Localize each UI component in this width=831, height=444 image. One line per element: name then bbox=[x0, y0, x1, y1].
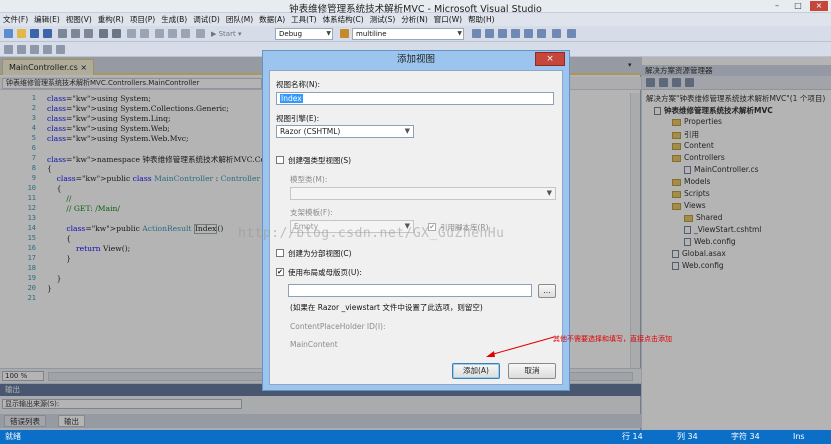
placeholder-id-value: MainContent bbox=[290, 340, 338, 349]
step-icon[interactable] bbox=[155, 29, 164, 38]
undo-icon[interactable] bbox=[99, 29, 108, 38]
model-class-select[interactable]: ▼ bbox=[290, 187, 556, 200]
view-engine-label: 视图引擎(E): bbox=[276, 114, 320, 123]
dialog-title: 添加视图 bbox=[396, 54, 435, 65]
customize-icon[interactable] bbox=[567, 29, 576, 38]
view-engine-select[interactable]: Razor (CSHTML) ▼ bbox=[276, 125, 414, 138]
start-label: Start bbox=[218, 30, 236, 38]
dialog-close-button[interactable]: × bbox=[535, 52, 565, 66]
menu-build[interactable]: 生成(B) bbox=[158, 13, 190, 26]
status-row: 行 14 bbox=[622, 432, 643, 441]
model-class-label: 模型类(M): bbox=[290, 175, 328, 184]
copy-icon[interactable] bbox=[71, 29, 80, 38]
strong-typed-checkbox[interactable] bbox=[276, 156, 284, 164]
view-name-input[interactable]: Index bbox=[276, 92, 554, 105]
comment-icon[interactable] bbox=[4, 45, 13, 54]
status-text: 就绪 bbox=[5, 432, 21, 441]
annotation-text: 其他不需要选择和填写，直接点击添加 bbox=[553, 335, 672, 343]
menu-analyze[interactable]: 分析(N) bbox=[398, 13, 430, 26]
layout-hint: (如果在 Razor _viewstart 文件中设置了此选项，则留空) bbox=[290, 303, 483, 312]
navigate-back-icon[interactable] bbox=[127, 29, 136, 38]
menu-data[interactable]: 数据(A) bbox=[256, 13, 288, 26]
menu-test[interactable]: 测试(S) bbox=[367, 13, 399, 26]
paste-icon[interactable] bbox=[84, 29, 93, 38]
find-combo[interactable]: multiline ▼ bbox=[352, 28, 464, 40]
placeholder-id-label: ContentPlaceHolder ID(I): bbox=[290, 322, 386, 331]
status-col: 列 34 bbox=[677, 432, 698, 441]
chevron-down-icon: ▼ bbox=[404, 127, 410, 135]
navigate-forward-icon[interactable] bbox=[140, 29, 149, 38]
menu-refactor[interactable]: 重构(R) bbox=[95, 13, 127, 26]
menu-team[interactable]: 团队(M) bbox=[223, 13, 256, 26]
view-name-label: 视图名称(N): bbox=[276, 80, 320, 89]
outdent-icon[interactable] bbox=[43, 45, 52, 54]
cut-icon[interactable] bbox=[58, 29, 67, 38]
config-combo[interactable]: Debug ▼ bbox=[275, 28, 333, 40]
indent-icon[interactable] bbox=[30, 45, 39, 54]
minimize-button[interactable]: – bbox=[768, 1, 786, 11]
scaffold-label: 支架模板(F): bbox=[290, 208, 333, 217]
new-project-icon[interactable] bbox=[4, 29, 13, 38]
browse-button[interactable]: ... bbox=[538, 284, 556, 298]
layout-icon[interactable] bbox=[196, 29, 205, 38]
menu-bar: 文件(F) 编辑(E) 视图(V) 重构(R) 项目(P) 生成(B) 调试(D) 团队(M)… bbox=[0, 13, 831, 26]
use-layout-checkbox[interactable]: ✔ bbox=[276, 268, 284, 276]
menu-file[interactable]: 文件(F) bbox=[0, 13, 31, 26]
solution-explorer-icon[interactable] bbox=[472, 29, 481, 38]
menu-tools[interactable]: 工具(T) bbox=[288, 13, 319, 26]
redo-icon[interactable] bbox=[112, 29, 121, 38]
save-icon[interactable] bbox=[30, 29, 39, 38]
standard-toolbar: ▶ Start ▾ Debug ▼ multiline ▼ bbox=[0, 26, 831, 42]
use-layout-label: 使用布局或母版页(U): bbox=[288, 268, 362, 277]
chevron-down-icon: ▼ bbox=[546, 189, 552, 197]
status-bar: 就绪 行 14 列 34 字符 34 Ins bbox=[0, 430, 831, 444]
add-button[interactable]: 添加(A) bbox=[452, 363, 500, 379]
strong-typed-label: 创建强类型视图(S) bbox=[288, 156, 352, 165]
menu-edit[interactable]: 编辑(E) bbox=[31, 13, 63, 26]
partial-view-label: 创建为分部视图(C) bbox=[288, 249, 352, 258]
menu-window[interactable]: 窗口(W) bbox=[431, 13, 465, 26]
partial-view-checkbox[interactable] bbox=[276, 249, 284, 257]
save-all-icon[interactable] bbox=[43, 29, 52, 38]
window-icon[interactable] bbox=[181, 29, 190, 38]
menu-debug[interactable]: 调试(D) bbox=[190, 13, 223, 26]
extension-manager-icon[interactable] bbox=[537, 29, 546, 38]
blog-watermark: http://blog.csdn.net/GX_GuZhenHu bbox=[238, 226, 505, 241]
find-icon[interactable] bbox=[340, 29, 349, 38]
start-page-icon[interactable] bbox=[524, 29, 533, 38]
menu-view[interactable]: 视图(V) bbox=[63, 13, 95, 26]
menu-project[interactable]: 项目(P) bbox=[127, 13, 158, 26]
toolbox-icon[interactable] bbox=[511, 29, 520, 38]
menu-help[interactable]: 帮助(H) bbox=[465, 13, 498, 26]
chevron-down-icon: ▼ bbox=[457, 30, 462, 37]
uncomment-icon[interactable] bbox=[17, 45, 26, 54]
layout-path-input[interactable] bbox=[288, 284, 532, 297]
command-window-icon[interactable] bbox=[552, 29, 561, 38]
cancel-button[interactable]: 取消 bbox=[508, 363, 556, 379]
view-name-value: Index bbox=[280, 94, 303, 103]
chevron-down-icon: ▼ bbox=[326, 30, 331, 37]
object-browser-icon[interactable] bbox=[498, 29, 507, 38]
close-button[interactable]: × bbox=[810, 1, 828, 11]
open-file-icon[interactable] bbox=[17, 29, 26, 38]
bookmark-icon[interactable] bbox=[56, 45, 65, 54]
menu-architecture[interactable]: 体系结构(C) bbox=[320, 13, 367, 26]
maximize-button[interactable]: □ bbox=[789, 1, 807, 11]
properties-icon[interactable] bbox=[485, 29, 494, 38]
find-value: multiline bbox=[356, 30, 387, 38]
annotation-arrow-icon bbox=[486, 336, 555, 357]
config-value: Debug bbox=[279, 30, 303, 38]
view-engine-value: Razor (CSHTML) bbox=[280, 127, 341, 136]
title-bar: 钟表维修管理系统技术解析MVC - Microsoft Visual Studi… bbox=[0, 0, 831, 15]
start-button[interactable]: ▶ Start ▾ bbox=[211, 28, 241, 40]
status-char: 字符 34 bbox=[731, 432, 760, 441]
status-mode: Ins bbox=[793, 432, 805, 441]
breakpoint-icon[interactable] bbox=[168, 29, 177, 38]
